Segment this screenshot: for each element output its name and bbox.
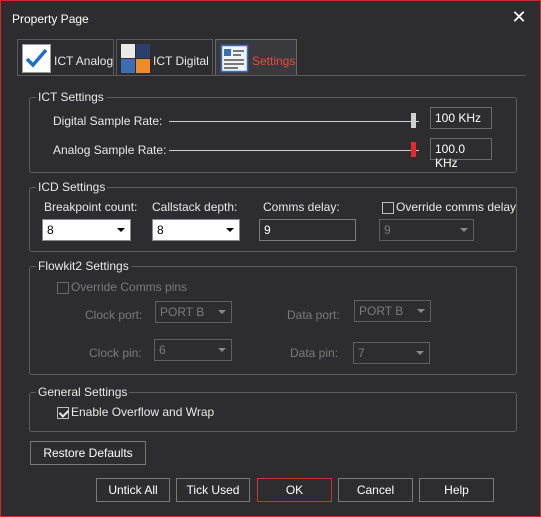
analog-sample-rate-slider[interactable] xyxy=(169,150,419,151)
override-comms-delay-select: 9 xyxy=(379,219,474,241)
enable-overflow-checkbox[interactable] xyxy=(57,407,69,419)
chevron-down-icon xyxy=(226,228,234,232)
group-title: ICT Settings xyxy=(36,90,106,104)
data-pin-label: Data pin: xyxy=(290,346,339,360)
override-comms-pins-checkbox xyxy=(57,282,69,294)
close-icon[interactable]: ✕ xyxy=(509,7,529,27)
cancel-button[interactable]: Cancel xyxy=(338,478,413,502)
digital-slider-thumb[interactable] xyxy=(411,113,416,128)
override-comms-delay-checkbox[interactable] xyxy=(382,202,394,214)
data-port-label: Data port: xyxy=(287,308,340,322)
enable-overflow-label: Enable Overflow and Wrap xyxy=(71,405,215,419)
analog-slider-thumb[interactable] xyxy=(411,142,416,157)
breakpoint-count-select[interactable]: 8 xyxy=(42,219,131,241)
data-pin-select: 7 xyxy=(353,342,430,364)
tab-ict-analog[interactable]: ICT Analog xyxy=(17,39,114,76)
analog-sample-rate-label: Analog Sample Rate: xyxy=(53,143,167,157)
group-title: ICD Settings xyxy=(36,180,108,194)
ok-button[interactable]: OK xyxy=(257,478,332,502)
digital-sample-rate-slider[interactable] xyxy=(169,121,419,122)
digital-sample-rate-label: Digital Sample Rate: xyxy=(53,114,163,128)
tick-used-button[interactable]: Tick Used xyxy=(176,478,250,502)
checkmark-icon xyxy=(22,44,51,73)
select-value: 8 xyxy=(47,223,54,237)
help-button[interactable]: Help xyxy=(419,478,494,502)
tab-panel-border xyxy=(17,75,526,76)
select-value: 9 xyxy=(384,223,391,237)
clock-port-label: Clock port: xyxy=(85,308,143,322)
chevron-down-icon xyxy=(417,309,425,313)
group-title: General Settings xyxy=(36,385,130,399)
comms-delay-label: Comms delay: xyxy=(263,200,340,214)
tab-ict-digital[interactable]: ICT Digital xyxy=(116,39,213,76)
clock-pin-select: 6 xyxy=(154,339,232,361)
untick-all-button[interactable]: Untick All xyxy=(96,478,170,502)
chevron-down-icon xyxy=(416,351,424,355)
chevron-down-icon xyxy=(218,310,226,314)
group-title: Flowkit2 Settings xyxy=(36,259,131,273)
select-value: PORT B xyxy=(359,304,404,318)
property-page-dialog: Property Page ✕ ICT Analog ICT Digital S… xyxy=(0,0,541,517)
select-value: 8 xyxy=(157,223,164,237)
override-comms-delay-label: Override comms delay xyxy=(396,200,517,214)
select-value: 6 xyxy=(159,343,166,357)
callstack-depth-label: Callstack depth: xyxy=(152,200,238,214)
chevron-down-icon xyxy=(117,228,125,232)
override-comms-pins-label: Override Comms pins xyxy=(71,280,188,294)
tab-label: ICT Digital xyxy=(153,54,209,68)
clock-pin-label: Clock pin: xyxy=(89,346,142,360)
chevron-down-icon xyxy=(460,228,468,232)
tab-settings[interactable]: Settings xyxy=(215,39,297,76)
select-value: 7 xyxy=(358,346,365,360)
chevron-down-icon xyxy=(218,348,226,352)
clock-port-select: PORT B xyxy=(155,301,232,323)
select-value: PORT B xyxy=(160,305,205,319)
window-title: Property Page xyxy=(12,12,89,26)
settings-form-icon xyxy=(220,44,249,73)
data-port-select: PORT B xyxy=(354,300,431,322)
analog-sample-rate-value: 100.0 KHz xyxy=(430,138,492,170)
restore-defaults-button[interactable]: Restore Defaults xyxy=(30,441,146,465)
callstack-depth-select[interactable]: 8 xyxy=(152,219,240,241)
title-bar: Property Page ✕ xyxy=(1,1,540,33)
comms-delay-input[interactable]: 9 xyxy=(259,219,356,241)
breakpoint-count-label: Breakpoint count: xyxy=(44,200,138,214)
tab-label: Settings xyxy=(252,54,296,68)
tab-label: ICT Analog xyxy=(54,54,114,68)
digital-sample-rate-value: 100 KHz xyxy=(430,107,492,129)
digital-grid-icon xyxy=(121,44,150,73)
